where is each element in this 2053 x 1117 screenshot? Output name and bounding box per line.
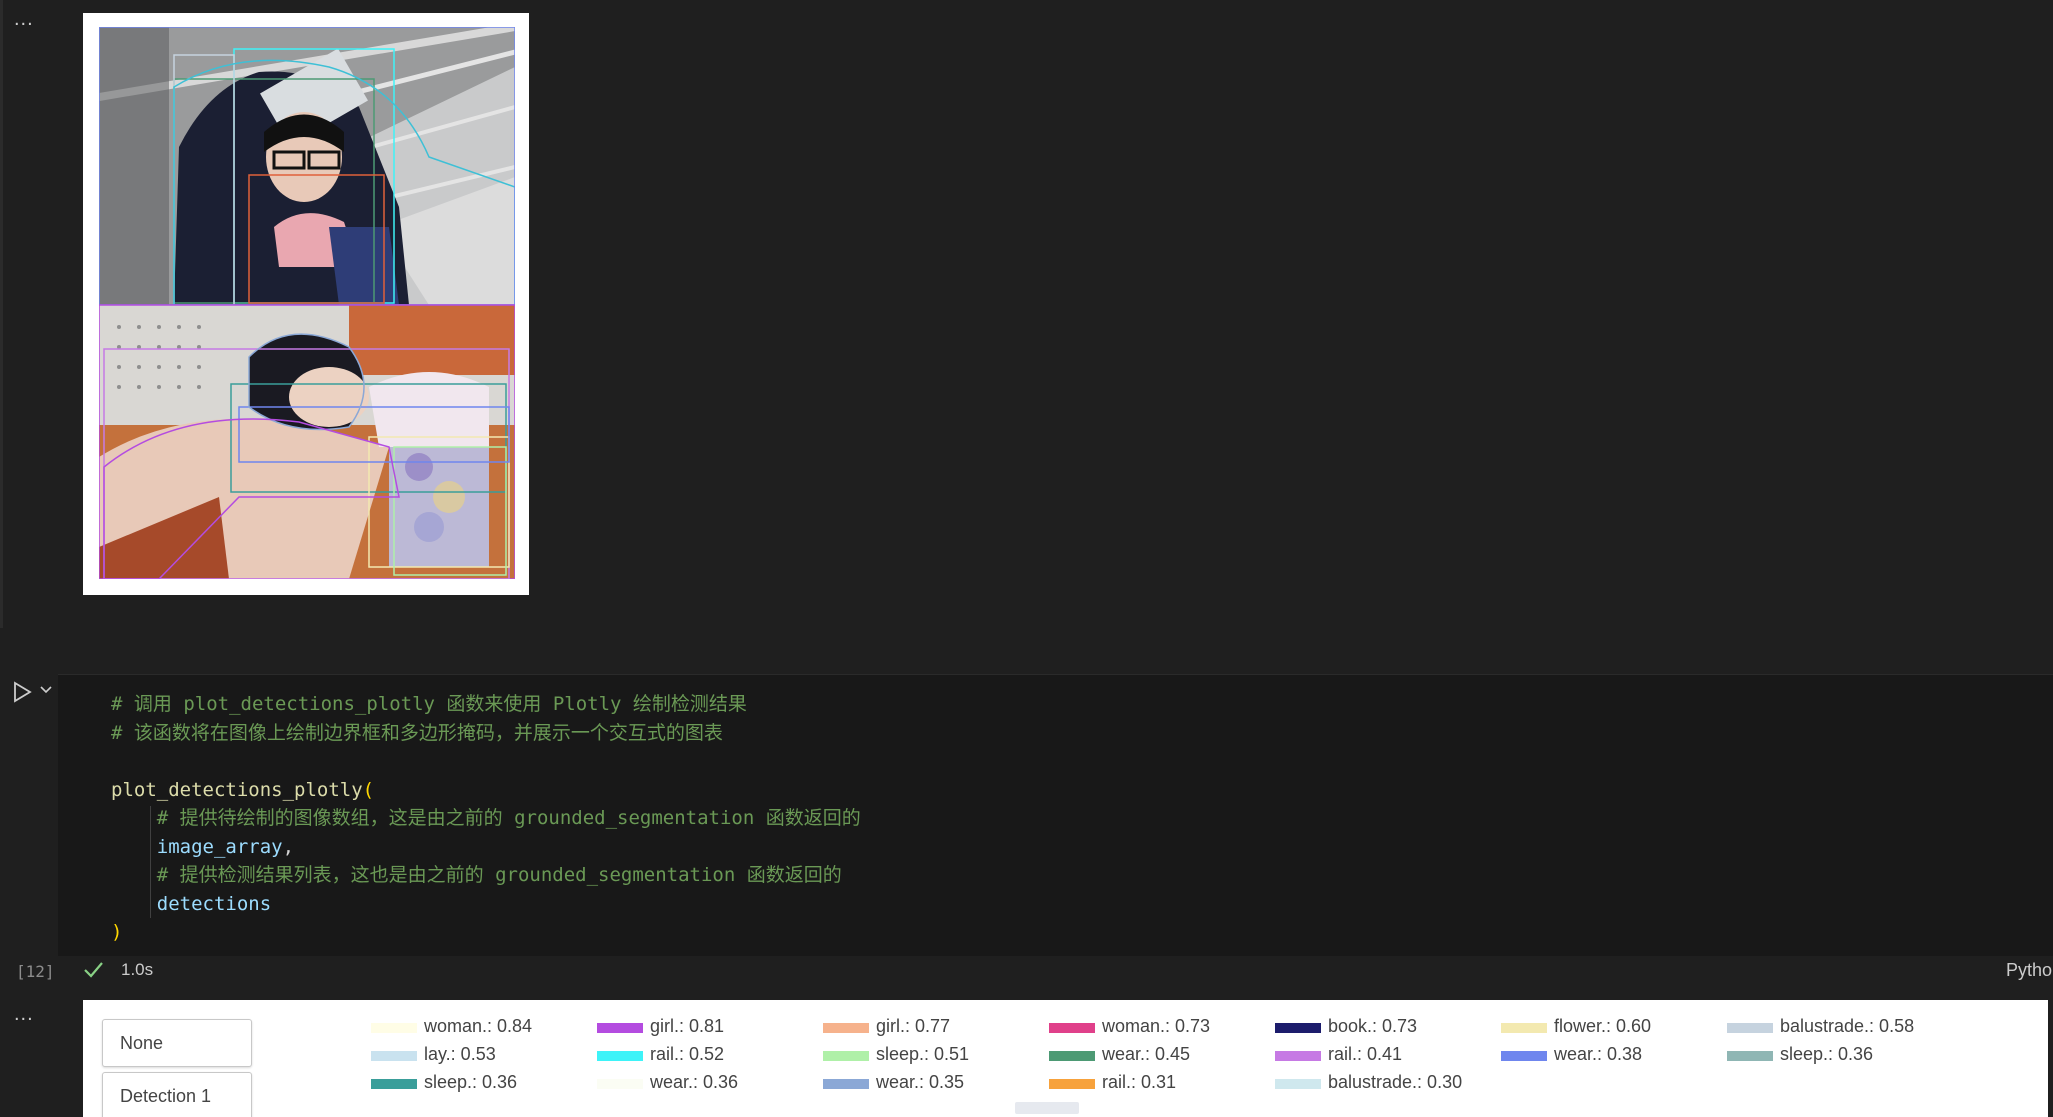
- legend-label: sleep.: 0.36: [1780, 1044, 1874, 1064]
- legend-label: woman.: 0.84: [424, 1016, 533, 1036]
- legend-label: woman.: 0.73: [1102, 1016, 1211, 1036]
- code-editor[interactable]: # 调用 plot_detections_plotly 函数来使用 Plotly…: [111, 690, 861, 947]
- execution-count: [12]: [16, 962, 55, 981]
- legend-swatch: [1275, 1079, 1321, 1089]
- legend-label: wear.: 0.45: [1102, 1044, 1191, 1064]
- legend-swatch: [1049, 1051, 1095, 1061]
- plotly-output: None Detection 1 woman.: 0.84 girl.: 0.81…: [83, 1000, 2048, 1117]
- legend-label: wear.: 0.38: [1554, 1044, 1643, 1064]
- code-line: image_array,: [111, 833, 861, 862]
- legend-label: sleep.: 0.36: [424, 1072, 518, 1092]
- kernel-language-label[interactable]: Pytho: [2006, 960, 2052, 981]
- legend-label: rail.: 0.52: [650, 1044, 725, 1064]
- legend-swatch: [823, 1079, 869, 1089]
- button-none[interactable]: None: [102, 1019, 252, 1067]
- legend-label: book.: 0.73: [1328, 1016, 1418, 1036]
- legend-swatch: [1049, 1023, 1095, 1033]
- code-comment: # 提供检测结果列表，这也是由之前的 grounded_segmentation…: [111, 864, 842, 886]
- code-line: detections: [111, 890, 861, 919]
- code-line: # 提供检测结果列表，这也是由之前的 grounded_segmentation…: [111, 861, 861, 890]
- code-paren: ): [111, 921, 123, 943]
- code-punct: ,: [282, 835, 295, 858]
- code-paren: (: [362, 778, 375, 801]
- photo-illustration: [99, 27, 515, 579]
- legend-swatch: [371, 1079, 417, 1089]
- detection-image-output: [83, 13, 529, 595]
- legend-label: balustrade.: 0.30: [1328, 1072, 1463, 1092]
- legend-swatch: [371, 1023, 417, 1033]
- code-line: # 调用 plot_detections_plotly 函数来使用 Plotly…: [111, 690, 861, 719]
- legend-scrollbar[interactable]: [1015, 1102, 1079, 1114]
- legend-swatch: [1501, 1023, 1547, 1033]
- legend-swatch: [1727, 1023, 1773, 1033]
- output-more-icon[interactable]: ...: [14, 8, 34, 31]
- code-comment: # 该函数将在图像上绘制边界框和多边形掩码，并展示一个交互式的图表: [111, 721, 723, 744]
- legend-label: wear.: 0.35: [876, 1072, 965, 1092]
- legend-swatch: [823, 1051, 869, 1061]
- code-variable: detections: [156, 892, 272, 915]
- legend-swatch: [597, 1023, 643, 1033]
- legend-label: rail.: 0.41: [1328, 1044, 1403, 1064]
- chevron-down-icon[interactable]: [38, 682, 54, 698]
- legend-label: wear.: 0.36: [650, 1072, 739, 1092]
- legend-label: flower.: 0.60: [1554, 1016, 1652, 1036]
- code-variable: image_array: [156, 835, 283, 858]
- code-line: ): [111, 918, 861, 947]
- legend-label: girl.: 0.81: [650, 1016, 725, 1036]
- legend-swatch: [1501, 1051, 1547, 1061]
- code-comment: # 调用 plot_detections_plotly 函数来使用 Plotly…: [111, 693, 747, 715]
- legend-label: rail.: 0.31: [1102, 1072, 1177, 1092]
- execution-duration: 1.0s: [121, 960, 154, 979]
- success-check-icon: [84, 962, 103, 978]
- legend-label: sleep.: 0.51: [876, 1044, 970, 1064]
- code-line: # 该函数将在图像上绘制边界框和多边形掩码，并展示一个交互式的图表: [111, 719, 861, 748]
- legend-swatch: [823, 1023, 869, 1033]
- legend-label: lay.: 0.53: [424, 1044, 496, 1064]
- legend-swatch: [597, 1051, 643, 1061]
- code-line: plot_detections_plotly(: [111, 776, 861, 805]
- code-comment: # 提供待绘制的图像数组，这是由之前的 grounded_segmentatio…: [111, 807, 861, 829]
- annotated-photo: [99, 27, 515, 579]
- button-detection-1[interactable]: Detection 1: [102, 1072, 252, 1117]
- legend-swatch: [1275, 1051, 1321, 1061]
- legend-swatch: [597, 1079, 643, 1089]
- run-cell-icon[interactable]: [10, 680, 34, 704]
- cell-gutter-bar: [0, 0, 3, 628]
- code-function-name: plot_detections_plotly: [111, 778, 363, 801]
- code-line: # 提供待绘制的图像数组，这是由之前的 grounded_segmentatio…: [111, 804, 861, 833]
- legend-swatch: [1049, 1079, 1095, 1089]
- legend-swatch: [371, 1051, 417, 1061]
- legend-swatch: [1275, 1023, 1321, 1033]
- output-more-icon[interactable]: ...: [14, 1003, 34, 1026]
- legend-swatch: [1727, 1051, 1773, 1061]
- legend-label: girl.: 0.77: [876, 1016, 951, 1036]
- legend-label: balustrade.: 0.58: [1780, 1016, 1915, 1036]
- notebook-page: ... # 调用 plot_detections_plotly 函数来使用 Pl…: [0, 0, 2053, 1117]
